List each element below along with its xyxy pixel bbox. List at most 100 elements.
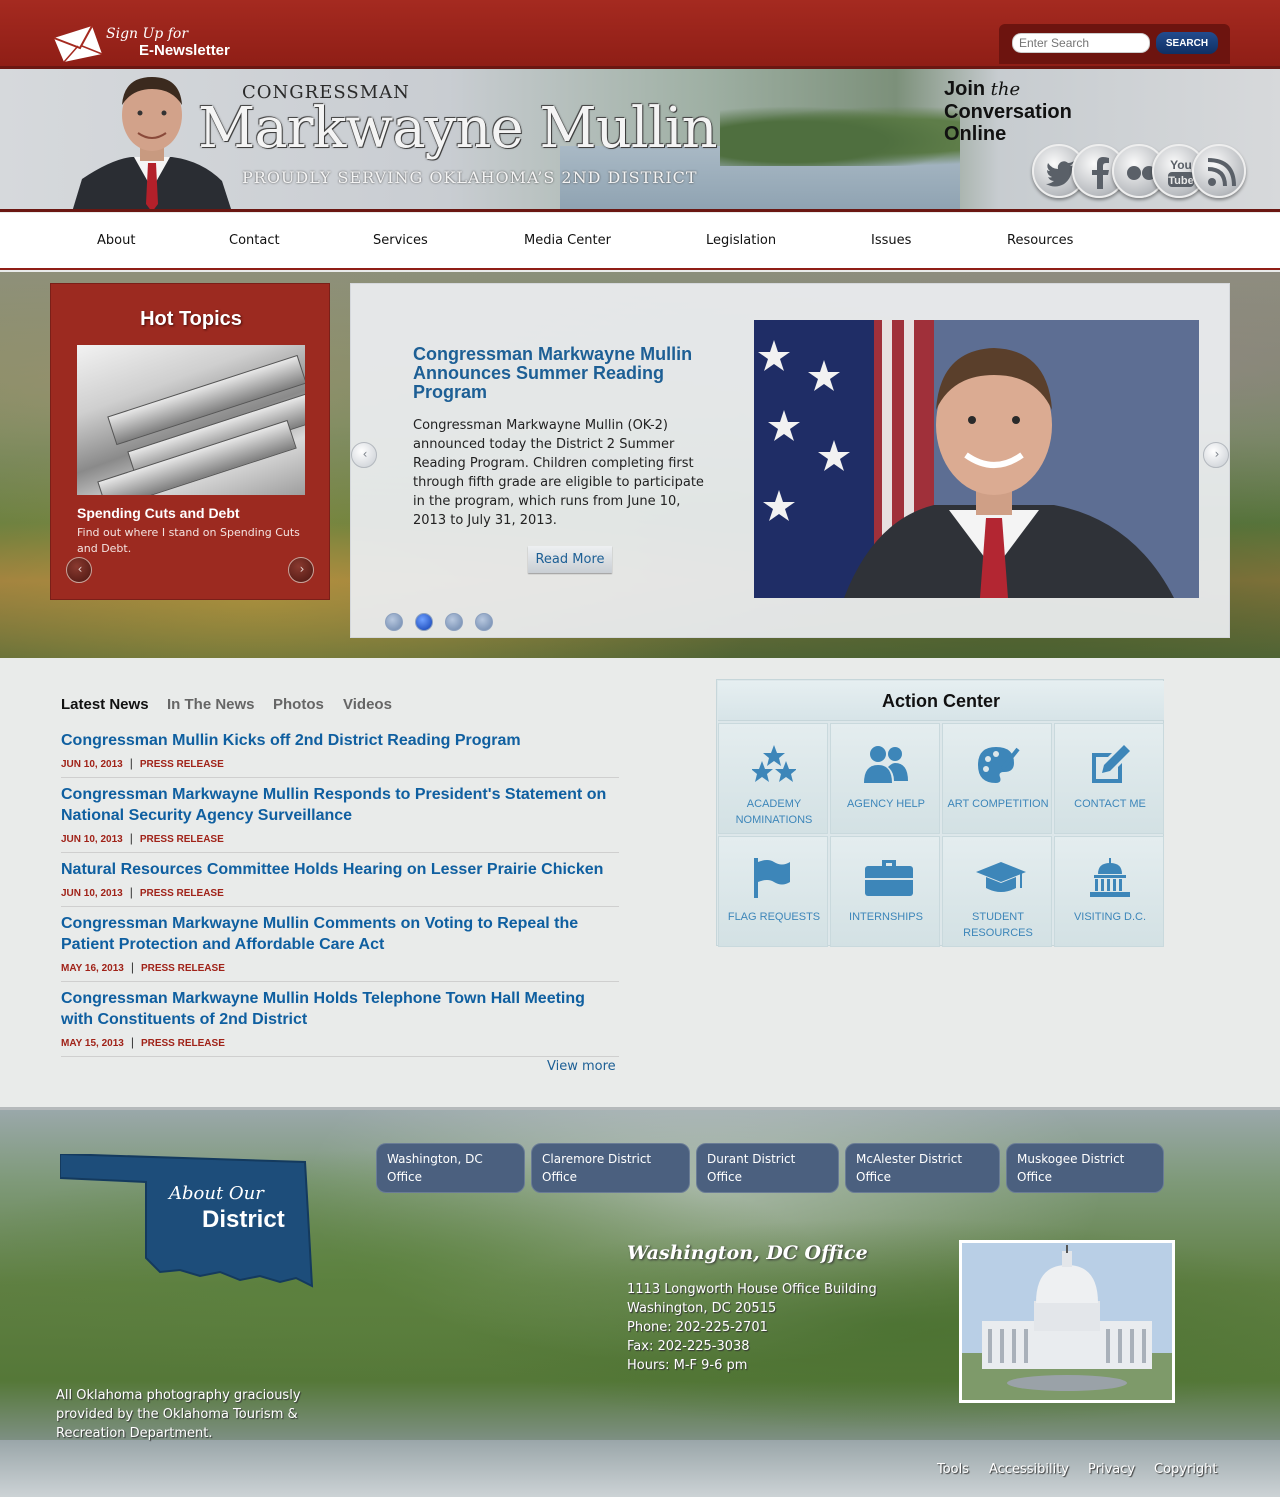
youtube-tube: Tube [1168,175,1193,187]
action-academy-nominations[interactable]: ACADEMY NOMINATIONS [718,723,828,834]
search-input[interactable] [1012,33,1150,53]
chevron-right-icon: › [1214,447,1220,461]
hot-topics-panel: Hot Topics Spending Cuts and Debt Find o… [50,283,330,600]
graduation-cap-icon [976,862,1026,892]
office-phone: Phone: 202-225-2701 [627,1320,768,1335]
news-title[interactable]: Congressman Mullin Kicks off 2nd Distric… [61,732,521,749]
action-flag-requests[interactable]: FLAG REQUESTS [718,836,828,947]
action-label: CONTACT ME [1074,798,1146,810]
tab-latest-news[interactable]: Latest News [61,696,149,713]
office-tab-washington[interactable]: Washington, DC Office [376,1143,525,1193]
people-icon [864,746,908,783]
slider-next-button[interactable]: › [1203,442,1229,468]
news-type-link[interactable]: PRESS RELEASE [140,888,224,899]
slide-text: Congressman Markwayne Mullin (OK-2) anno… [413,418,704,528]
slide-dot-2[interactable] [415,613,433,631]
news-separator: | [129,756,133,770]
news-date: JUN 10, 2013 [61,759,123,770]
read-more-button[interactable]: Read More [528,546,612,573]
featured-slider: ‹ Congressman Markwayne Mullin Announces… [350,283,1230,638]
view-more-link[interactable]: View more [547,1059,616,1074]
nav-contact[interactable]: Contact [229,233,280,248]
news-item: Congressman Mullin Kicks off 2nd Distric… [61,730,619,778]
nav-resources[interactable]: Resources [1007,233,1073,248]
news-type-link[interactable]: PRESS RELEASE [140,759,224,770]
office-tab-durant[interactable]: Durant District Office [696,1143,839,1193]
tab-videos[interactable]: Videos [343,696,392,713]
chevron-left-icon: ‹ [362,447,368,461]
office-tab-claremore[interactable]: Claremore District Office [531,1143,690,1193]
news-type-link[interactable]: PRESS RELEASE [141,1038,225,1049]
rss-link[interactable] [1192,144,1246,198]
envelope-icon [53,25,103,62]
hot-topics-prev-button[interactable]: ‹ [66,557,92,583]
office-fax: Fax: 202-225-3038 [627,1339,750,1354]
action-agency-help[interactable]: AGENCY HELP [830,723,940,834]
nav-media-center[interactable]: Media Center [524,233,611,248]
slide-photo [754,320,1199,598]
action-label: VISITING D.C. [1073,911,1147,923]
news-separator: | [129,831,133,845]
header-banner: CONGRESSMAN Markwayne Mullin PROUDLY SER… [0,66,1280,212]
news-title[interactable]: Congressman Markwayne Mullin Comments on… [61,915,578,953]
news-date: JUN 10, 2013 [61,834,123,845]
news-type-link[interactable]: PRESS RELEASE [140,834,224,845]
office-tab-mcalester[interactable]: McAlester District Office [845,1143,1000,1193]
action-center-header: Action Center [718,681,1164,721]
slide-dot-1[interactable] [385,613,403,631]
hot-topic-description: Find out where I stand on Spending Cuts … [77,526,300,555]
slide-dot-4[interactable] [475,613,493,631]
footer-link-copyright[interactable]: Copyright [1154,1462,1218,1477]
office-tab-muskogee[interactable]: Muskogee District Office [1006,1143,1164,1193]
office-name: Washington, DC Office [627,1242,868,1264]
office-details: 1113 Longworth House Office Building Was… [627,1280,877,1375]
hot-topics-next-button[interactable]: › [288,557,314,583]
hot-topic-title[interactable]: Spending Cuts and Debt [77,505,240,521]
search-button[interactable]: SEARCH [1156,32,1218,54]
action-internships[interactable]: INTERNSHIPS [830,836,940,947]
nav-services[interactable]: Services [373,233,428,248]
join-word: Join [944,78,991,100]
footer-link-tools[interactable]: Tools [937,1462,969,1477]
about-district-line1: About Our [169,1183,264,1204]
footer-link-privacy[interactable]: Privacy [1088,1462,1135,1477]
action-visiting-dc[interactable]: VISITING D.C. [1054,836,1164,947]
news-title[interactable]: Congressman Markwayne Mullin Responds to… [61,786,606,824]
hot-topic-image[interactable] [77,345,305,495]
action-label: INTERNSHIPS [849,911,923,923]
footer-link-accessibility[interactable]: Accessibility [989,1462,1069,1477]
news-item: Congressman Markwayne Mullin Holds Telep… [61,988,619,1057]
join-the: the [990,79,1021,100]
action-label: ART COMPETITION [947,798,1049,810]
search-box: SEARCH [999,24,1230,64]
footer: About Our District Washington, DC Office… [0,1107,1280,1497]
action-label: ACADEMY NOMINATIONS [735,798,813,826]
action-label: STUDENT RESOURCES [963,911,1033,939]
nav-issues[interactable]: Issues [871,233,911,248]
main-nav: About Contact Services Media Center Legi… [0,213,1280,270]
action-label: AGENCY HELP [846,798,926,810]
nav-about[interactable]: About [97,233,135,248]
action-art-competition[interactable]: ART COMPETITION [942,723,1052,834]
action-student-resources[interactable]: STUDENT RESOURCES [942,836,1052,947]
slider-prev-button[interactable]: ‹ [351,442,377,468]
news-type-link[interactable]: PRESS RELEASE [141,963,225,974]
newsletter-line1: Sign Up for [106,26,189,42]
news-title[interactable]: Natural Resources Committee Holds Hearin… [61,861,603,878]
nav-legislation[interactable]: Legislation [706,233,776,248]
tab-photos[interactable]: Photos [273,696,324,713]
stars-icon [752,745,796,782]
tab-in-the-news[interactable]: In The News [167,696,255,713]
slide-dot-3[interactable] [445,613,463,631]
newsletter-signup-link[interactable]: Sign Up for E-Newsletter [52,22,252,66]
action-center-title: Action Center [881,691,1000,711]
action-contact-me[interactable]: CONTACT ME [1054,723,1164,834]
about-district-line2[interactable]: District [202,1206,285,1234]
slide-title[interactable]: Congressman Markwayne Mullin Announces S… [413,345,723,402]
news-item: Congressman Markwayne Mullin Comments on… [61,913,619,982]
news-date: MAY 15, 2013 [61,1038,124,1049]
briefcase-icon [865,860,913,896]
join-online: Online [944,123,1007,145]
news-title[interactable]: Congressman Markwayne Mullin Holds Telep… [61,990,585,1028]
flag-icon [754,858,790,898]
